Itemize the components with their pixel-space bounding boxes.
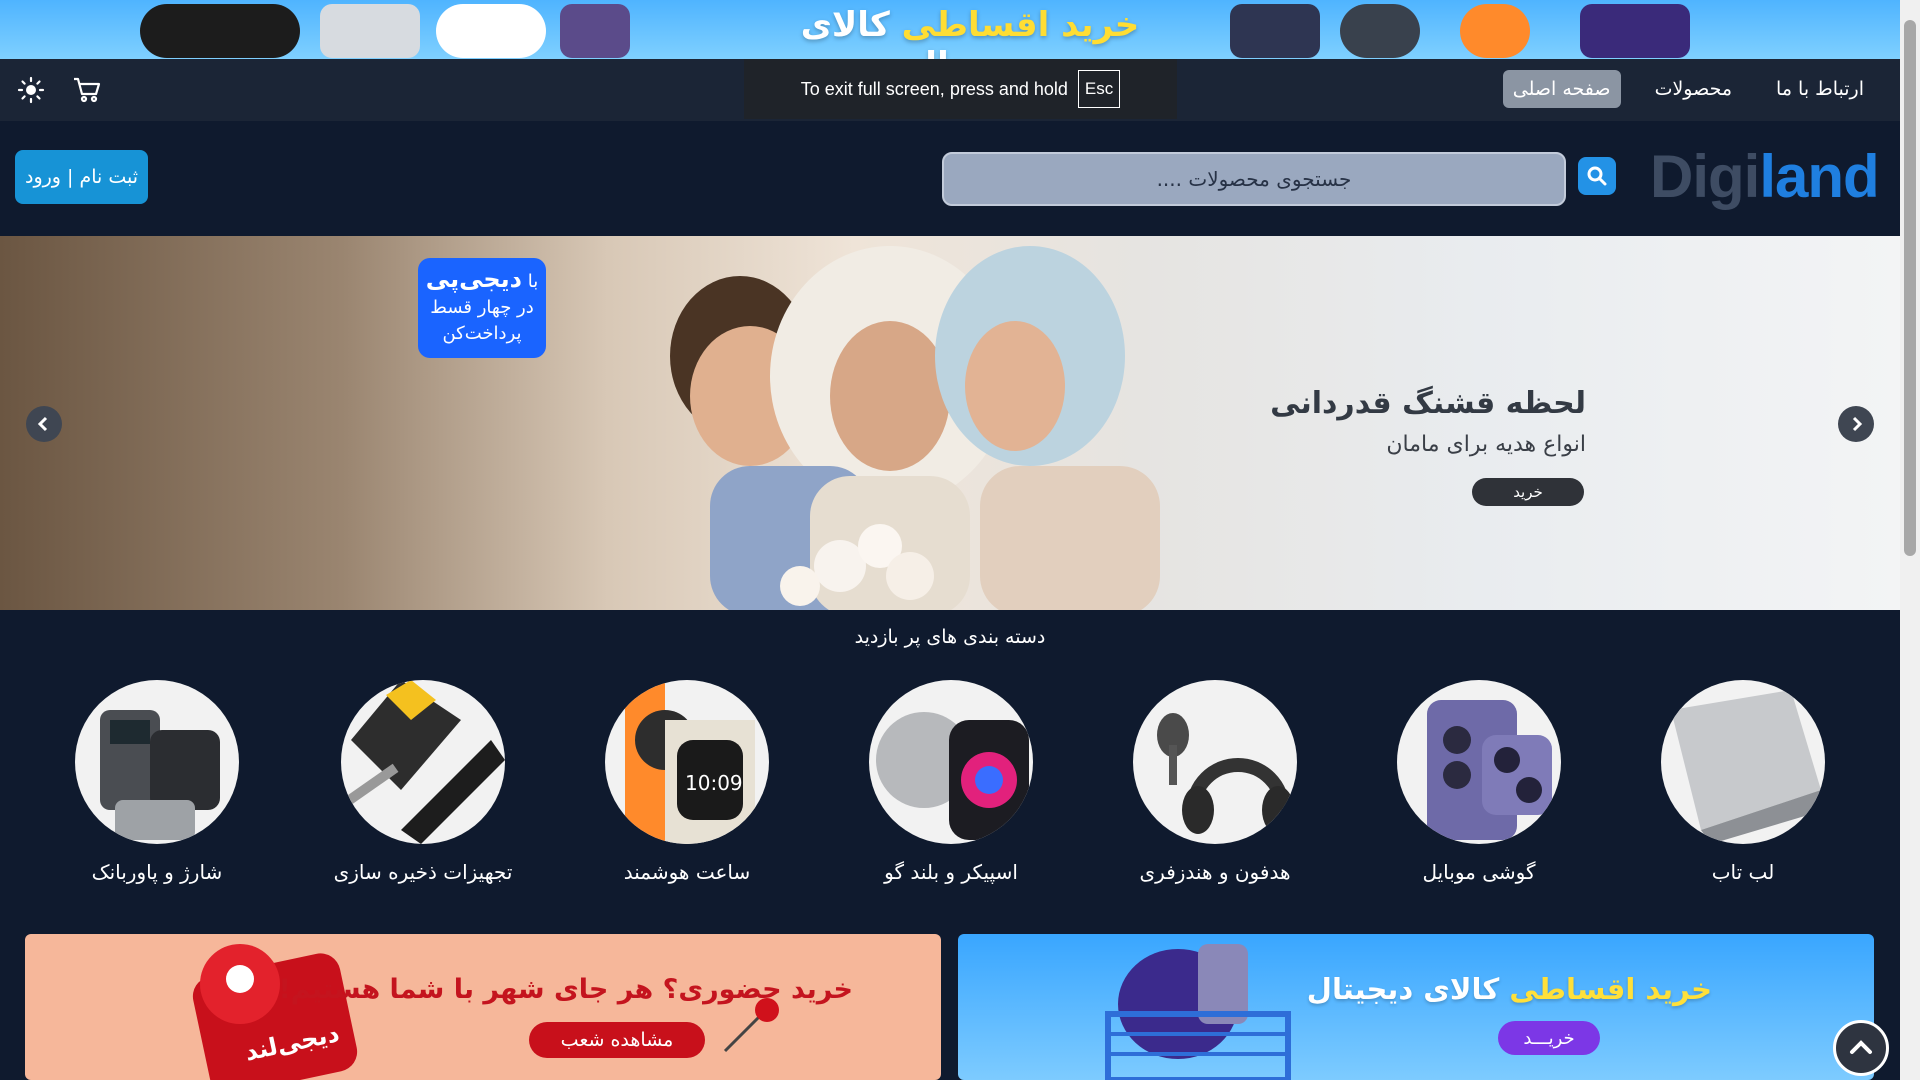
chevron-left-icon — [37, 416, 48, 432]
speaker-product-image — [140, 4, 300, 58]
digipay-badge[interactable]: با دیجی‌پی در چهار قسط پرداخت‌کن — [418, 258, 546, 358]
phone-icon — [1397, 680, 1561, 844]
hero-subtitle: انواع هدیه برای مامان — [1386, 432, 1586, 457]
earbuds-product-image — [436, 4, 546, 58]
earbuds-dark-product-image — [1340, 4, 1420, 58]
category-speaker[interactable]: اسپیکر و بلند گو — [861, 680, 1041, 884]
hero-slider: با دیجی‌پی در چهار قسط پرداخت‌کن لحظه قش… — [0, 236, 1900, 610]
storage-icon — [341, 680, 505, 844]
category-label: لب تاب — [1711, 860, 1775, 884]
page-scrollbar[interactable] — [1900, 0, 1920, 1080]
fullscreen-notice-text: To exit full screen, press and hold — [800, 78, 1068, 99]
category-label: هدفون و هندزفری — [1139, 860, 1291, 884]
scroll-to-top-button[interactable] — [1833, 1020, 1889, 1076]
headphone-icon — [1133, 680, 1297, 844]
nav-contact-link[interactable]: ارتباط با ما — [1766, 70, 1874, 108]
installment-banner-title: خرید اقساطی کالای دیجیتال — [1306, 972, 1712, 1006]
phone-product-image — [320, 4, 420, 58]
charger-icon — [75, 680, 239, 844]
cart-icon[interactable] — [70, 73, 104, 107]
slider-next-button[interactable] — [1838, 406, 1874, 442]
shopping-cart-products-image — [1105, 944, 1291, 1080]
svg-text:10:09: 10:09 — [685, 771, 743, 795]
tablet-product-image — [1230, 4, 1320, 58]
hero-title: لحظه قشنگ قدردانی — [1270, 386, 1586, 421]
pin-icon — [723, 998, 779, 1053]
store-branches-banner[interactable]: دیجی‌لند خرید حضوری؟ هر جای شهر با شما ه… — [25, 934, 941, 1080]
category-phone[interactable]: گوشی موبایل — [1389, 680, 1569, 884]
category-laptop[interactable]: لب تاب — [1653, 680, 1833, 884]
hero-image — [670, 246, 1160, 610]
categories-title: دسته بندی های پر بازدید — [854, 626, 1046, 648]
view-branches-button[interactable]: مشاهده شعب — [529, 1022, 705, 1058]
top-promo-banner[interactable]: خرید اقساطی کالای دیجیتال — [0, 0, 1900, 59]
category-storage[interactable]: تجهیزات ذخیره سازی — [333, 680, 513, 884]
category-headphones[interactable]: هدفون و هندزفری — [1125, 680, 1305, 884]
esc-key-hint: Esc — [1077, 70, 1121, 108]
smartwatch-icon: 10:09 — [605, 680, 769, 844]
search-input[interactable] — [942, 152, 1566, 206]
hero-buy-button[interactable]: خرید — [1472, 478, 1584, 506]
chevron-right-icon — [1852, 416, 1863, 432]
phone-purple-product-image — [560, 4, 630, 58]
speaker-icon — [869, 680, 1033, 844]
nav-products-link[interactable]: محصولات — [1645, 70, 1742, 108]
category-label: ساعت هوشمند — [623, 860, 751, 884]
nav-links: صفحه اصلی محصولات ارتباط با ما — [1502, 70, 1874, 108]
category-label: گوشی موبایل — [1422, 860, 1536, 884]
scrollbar-thumb[interactable] — [1904, 20, 1916, 556]
search-button[interactable] — [1578, 157, 1616, 195]
fullscreen-notice: To exit full screen, press and hold Esc — [744, 59, 1177, 119]
category-label: تجهیزات ذخیره سازی — [333, 860, 513, 884]
nav-home-link[interactable]: صفحه اصلی — [1502, 70, 1621, 108]
site-logo[interactable]: Digiland — [1650, 147, 1880, 207]
category-label: اسپیکر و بلند گو — [884, 860, 1018, 884]
installment-buy-button[interactable]: خریـــد — [1498, 1021, 1600, 1055]
category-smartwatch[interactable]: 10:09 ساعت هوشمند — [597, 680, 777, 884]
category-charger[interactable]: شارژ و پاوربانک — [67, 680, 247, 884]
party-speaker-product-image — [1580, 4, 1690, 58]
promo-title: خرید اقساطی کالای دیجیتال — [800, 5, 1140, 59]
search-icon — [1587, 166, 1607, 186]
sun-icon[interactable] — [14, 73, 48, 107]
chevron-up-icon — [1850, 1040, 1872, 1054]
category-label: شارژ و پاوربانک — [91, 860, 223, 884]
slider-prev-button[interactable] — [26, 406, 62, 442]
store-banner-title: خرید حضوری؟ هر جای شهر با شما هستیم! — [278, 974, 853, 1005]
site-header: ثبت نام | ورود Digiland — [0, 121, 1900, 236]
login-register-button[interactable]: ثبت نام | ورود — [15, 150, 148, 204]
store-logo-image: دیجی‌لند — [192, 944, 358, 1080]
watch-product-image — [1460, 4, 1530, 58]
laptop-icon — [1661, 680, 1825, 844]
installment-banner[interactable]: خرید اقساطی کالای دیجیتال خریـــد — [958, 934, 1874, 1080]
